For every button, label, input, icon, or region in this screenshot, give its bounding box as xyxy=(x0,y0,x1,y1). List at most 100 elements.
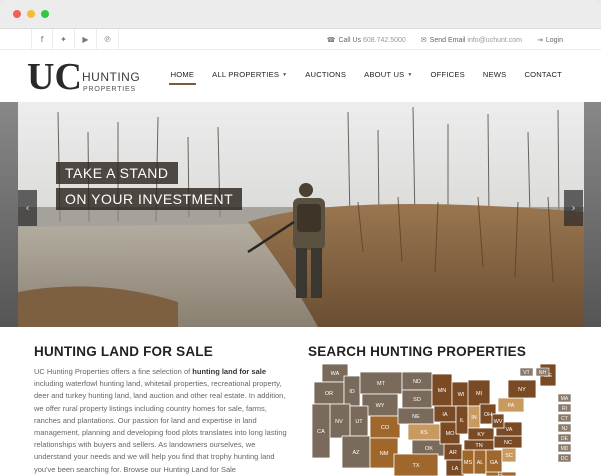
svg-text:KY: KY xyxy=(477,432,485,438)
state-tx[interactable]: TX xyxy=(393,453,439,476)
search-title: SEARCH HUNTING PROPERTIES xyxy=(308,344,527,359)
state-ca[interactable]: CA xyxy=(311,403,331,459)
nav-contact[interactable]: CONTACT xyxy=(515,70,571,79)
chevron-right-icon: › xyxy=(571,202,576,214)
state-md[interactable]: MD xyxy=(557,443,572,453)
state-ia[interactable]: IA xyxy=(433,405,457,423)
state-al[interactable]: AL xyxy=(473,449,487,475)
nav-offices[interactable]: OFFICES xyxy=(422,70,474,79)
state-pa[interactable]: PA xyxy=(497,397,525,413)
state-ks[interactable]: KS xyxy=(407,423,441,441)
state-nh[interactable]: NH xyxy=(535,367,550,377)
nav-news-label: NEWS xyxy=(482,70,507,79)
maximize-dot[interactable] xyxy=(41,10,49,18)
svg-text:TX: TX xyxy=(412,463,419,469)
call-us[interactable]: ☎ Call Us 608.742.5000 xyxy=(327,36,406,44)
svg-text:IN: IN xyxy=(471,415,477,421)
state-nc[interactable]: NC xyxy=(493,435,523,449)
state-mt[interactable]: MT xyxy=(359,371,403,395)
svg-text:VT: VT xyxy=(523,370,529,376)
svg-text:NC: NC xyxy=(504,440,512,446)
close-dot[interactable] xyxy=(13,10,21,18)
state-ky[interactable]: KY xyxy=(467,427,495,441)
state-mi[interactable]: MI xyxy=(467,379,491,407)
send-email[interactable]: ✉ Send Email info@uchunt.com xyxy=(421,36,522,44)
state-id[interactable]: ID xyxy=(343,375,361,407)
svg-text:ND: ND xyxy=(413,379,421,385)
nav-home[interactable]: HOME xyxy=(162,70,204,85)
state-wi[interactable]: WI xyxy=(451,381,471,407)
twitter-icon[interactable]: ✦ xyxy=(53,28,75,50)
minimize-dot[interactable] xyxy=(27,10,35,18)
svg-text:NH: NH xyxy=(539,370,547,376)
svg-text:CA: CA xyxy=(317,429,325,435)
svg-text:DC: DC xyxy=(561,456,569,462)
state-ny[interactable]: NY xyxy=(507,379,537,399)
state-nd[interactable]: ND xyxy=(401,371,433,391)
browser-window: f ✦ ▶ ℗ ☎ Call Us 608.742.5000 ✉ Send Emai… xyxy=(0,0,601,476)
state-sd[interactable]: SD xyxy=(401,389,433,409)
call-label: Call Us xyxy=(338,36,361,44)
svg-text:ID: ID xyxy=(349,389,355,395)
envelope-icon: ✉ xyxy=(420,35,427,44)
svg-text:MO: MO xyxy=(446,431,456,437)
login-icon: ⇥ xyxy=(536,35,543,44)
state-la[interactable]: LA xyxy=(445,459,465,476)
svg-text:SD: SD xyxy=(413,397,421,403)
state-ct[interactable]: CT xyxy=(557,413,572,423)
state-fl[interactable]: FL xyxy=(485,471,517,476)
svg-text:OR: OR xyxy=(325,391,333,397)
state-mn[interactable]: MN xyxy=(431,373,453,407)
state-nv[interactable]: NV xyxy=(327,403,351,439)
slider-prev-button[interactable]: ‹ xyxy=(18,190,37,226)
svg-text:WY: WY xyxy=(376,403,385,409)
caret-down-icon: ▼ xyxy=(282,72,288,78)
chevron-left-icon: ‹ xyxy=(25,202,30,214)
nav-offices-label: OFFICES xyxy=(430,70,465,79)
state-sc[interactable]: SC xyxy=(501,447,517,463)
state-vt[interactable]: VT xyxy=(519,367,534,377)
state-tn[interactable]: TN xyxy=(463,439,495,451)
site-logo[interactable]: UC HUNTING PROPERTIES xyxy=(27,56,147,98)
state-de[interactable]: DE xyxy=(557,433,572,443)
svg-text:WV: WV xyxy=(494,419,503,425)
nav-auctions[interactable]: AUCTIONS xyxy=(296,70,355,79)
state-or[interactable]: OR xyxy=(313,381,345,405)
slider-next-button[interactable]: › xyxy=(564,190,583,226)
pinterest-icon[interactable]: ℗ xyxy=(97,28,119,50)
nav-contact-label: CONTACT xyxy=(524,70,562,79)
nav-about-us[interactable]: ABOUT US ▼ xyxy=(355,70,421,79)
hero-caption-line1: TAKE A STAND xyxy=(56,162,178,184)
svg-text:PROPERTIES: PROPERTIES xyxy=(83,86,136,93)
state-ms[interactable]: MS xyxy=(461,449,475,475)
state-nj[interactable]: NJ xyxy=(557,423,572,433)
phone-icon: ☎ xyxy=(326,35,336,44)
svg-text:IL: IL xyxy=(460,418,465,424)
svg-text:MS: MS xyxy=(464,460,473,466)
svg-text:PA: PA xyxy=(508,403,515,409)
state-ne[interactable]: NE xyxy=(397,407,435,425)
login-link[interactable]: ⇥ Login xyxy=(537,36,563,44)
nav-about-us-label: ABOUT US xyxy=(364,70,405,79)
nav-all-properties[interactable]: ALL PROPERTIES ▼ xyxy=(203,70,296,79)
svg-text:AL: AL xyxy=(477,460,484,466)
state-il[interactable]: IL xyxy=(455,405,469,435)
land-p1-bold[interactable]: hunting land for sale xyxy=(192,367,266,376)
call-number: 608.742.5000 xyxy=(362,36,406,44)
state-ga[interactable]: GA xyxy=(485,449,503,475)
state-ma[interactable]: MA xyxy=(557,393,572,403)
svg-text:MN: MN xyxy=(438,388,447,394)
state-ut[interactable]: UT xyxy=(349,405,369,437)
state-dc[interactable]: DC xyxy=(557,453,572,463)
youtube-icon[interactable]: ▶ xyxy=(75,28,97,50)
state-in[interactable]: IN xyxy=(467,405,481,429)
us-map[interactable]: WA OR ID MT ND SD WY NV CA UT CO NE KS AZ NM OK TX MN IA MO… xyxy=(308,364,573,476)
state-ar[interactable]: AR xyxy=(443,443,463,461)
state-wv[interactable]: WV xyxy=(491,413,505,429)
nav-news[interactable]: NEWS xyxy=(474,70,516,79)
state-az[interactable]: AZ xyxy=(341,435,371,469)
email-address: info@uchunt.com xyxy=(467,36,522,44)
state-co[interactable]: CO xyxy=(369,415,401,439)
facebook-icon[interactable]: f xyxy=(31,28,53,50)
state-ri[interactable]: RI xyxy=(557,403,572,413)
